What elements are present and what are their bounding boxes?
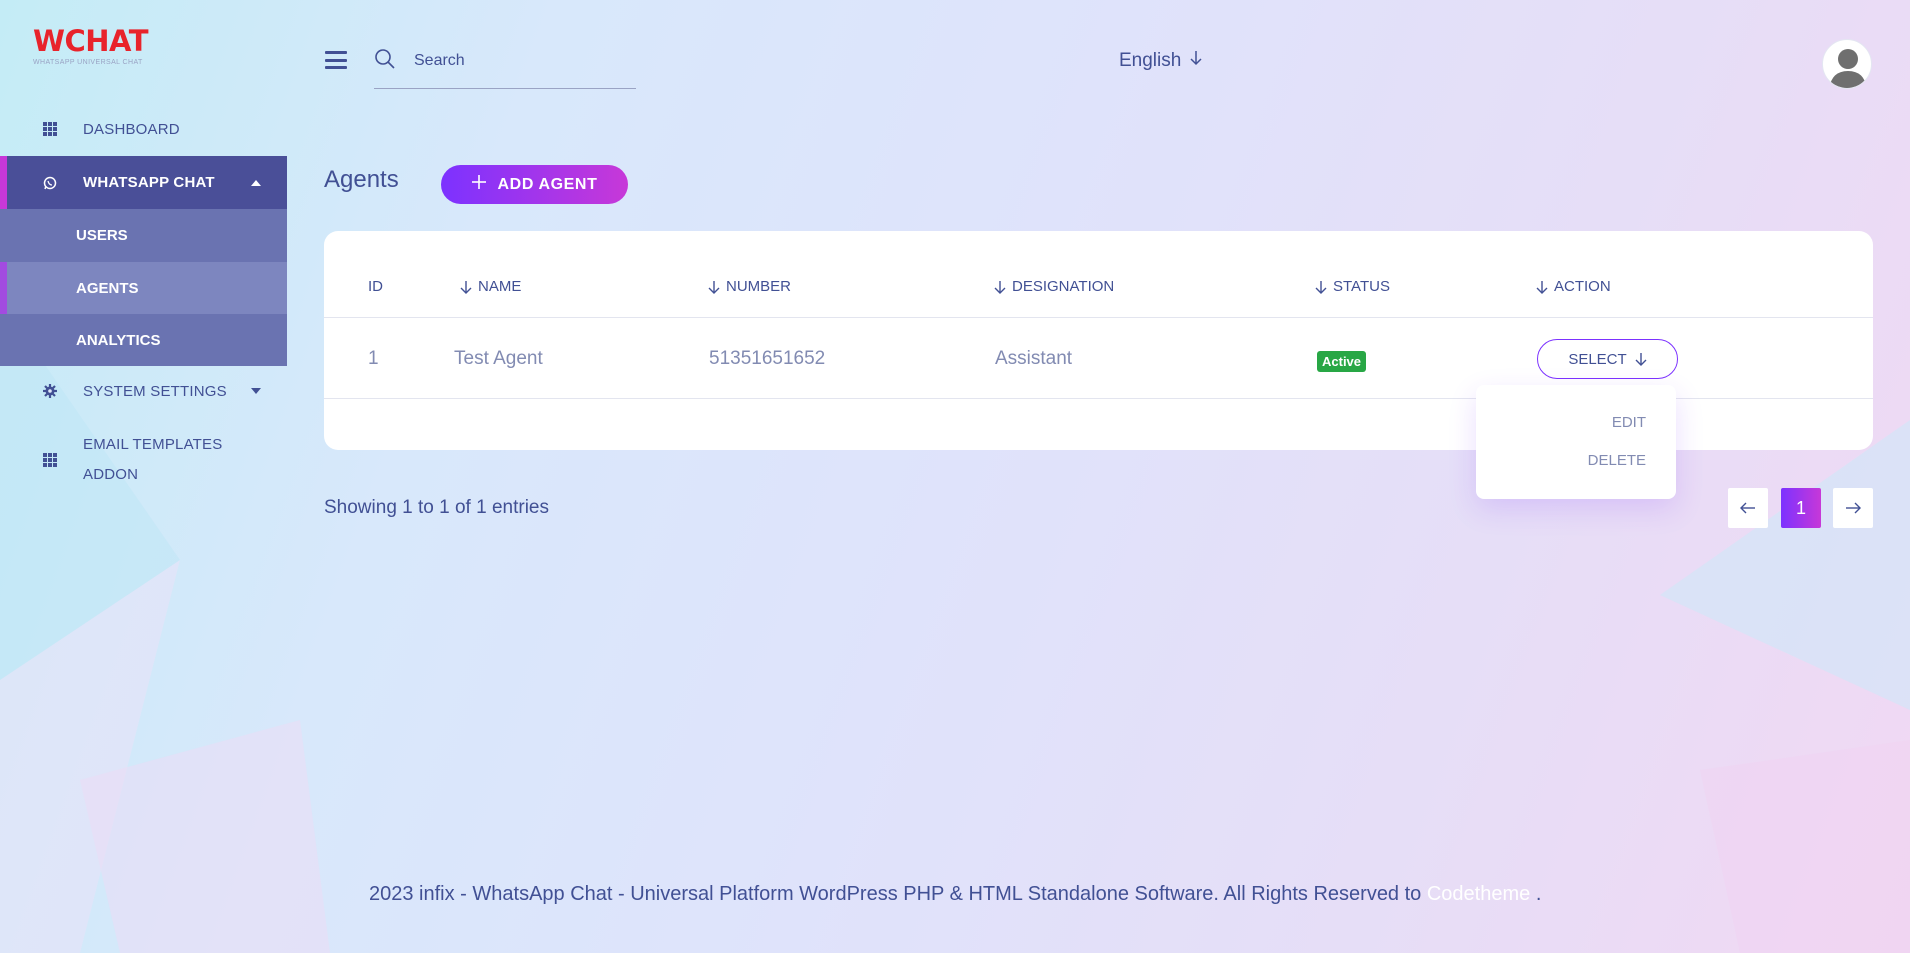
- sort-arrow-icon: [1536, 280, 1548, 294]
- column-header-number[interactable]: NUMBER: [708, 278, 791, 295]
- language-selector[interactable]: English: [1119, 50, 1203, 72]
- column-header-action[interactable]: ACTION: [1536, 278, 1611, 295]
- sidebar-item-label: EMAIL TEMPLATES ADDON: [83, 430, 222, 490]
- language-label: English: [1119, 50, 1182, 71]
- cell-designation: Assistant: [995, 348, 1073, 369]
- logo-subtitle: WHATSAPP UNIVERSAL CHAT: [33, 59, 143, 66]
- footer-end: .: [1535, 883, 1542, 905]
- sidebar-item-label: SYSTEM SETTINGS: [83, 382, 227, 400]
- column-header-status[interactable]: STATUS: [1315, 278, 1390, 295]
- avatar[interactable]: [1822, 39, 1872, 89]
- app-logo[interactable]: WCHAT WHATSAPP UNIVERSAL CHAT: [33, 24, 149, 67]
- column-label: NUMBER: [726, 278, 792, 295]
- sort-arrow-icon: [708, 280, 720, 294]
- search-icon: [374, 48, 396, 75]
- cell-name: Test Agent: [454, 348, 543, 369]
- sidebar-item-label: USERS: [76, 226, 128, 244]
- sidebar-item-users[interactable]: USERS: [0, 209, 287, 261]
- grid-icon: [43, 453, 57, 467]
- plus-icon: [471, 175, 486, 194]
- sort-arrow-icon: [460, 280, 472, 294]
- footer: 2023 infix - WhatsApp Chat - Universal P…: [369, 883, 1541, 906]
- search-bar: [374, 44, 636, 89]
- column-header-id[interactable]: ID: [368, 278, 383, 295]
- menu-item-delete[interactable]: DELETE: [1588, 452, 1646, 469]
- sidebar-item-email-templates[interactable]: EMAIL TEMPLATES ADDON: [0, 430, 287, 490]
- sidebar-item-label: AGENTS: [76, 279, 139, 297]
- arrow-right-icon: [1846, 502, 1861, 514]
- caret-down-icon: [251, 388, 261, 394]
- column-label: ACTION: [1554, 278, 1611, 295]
- gear-icon: [43, 384, 57, 398]
- status-badge: Active: [1317, 351, 1367, 372]
- sort-arrow-icon: [1315, 280, 1327, 294]
- page-title: Agents: [324, 166, 399, 193]
- arrow-down-icon: [1189, 50, 1203, 72]
- add-agent-button[interactable]: ADD AGENT: [441, 165, 628, 204]
- add-agent-label: ADD AGENT: [497, 175, 598, 193]
- search-input[interactable]: [414, 44, 629, 78]
- arrow-left-icon: [1740, 502, 1755, 514]
- logo-text: WCHAT: [33, 24, 149, 58]
- caret-up-icon: [251, 179, 261, 186]
- action-dropdown-menu: EDIT DELETE: [1476, 385, 1676, 499]
- sidebar-item-label-line2: ADDON: [83, 466, 139, 483]
- table-header: ID NAME NUMBER DESIGNATION STATUS ACTION: [324, 231, 1873, 318]
- column-header-designation[interactable]: DESIGNATION: [994, 278, 1114, 295]
- whatsapp-chat-submenu: USERS AGENTS ANALYTICS: [0, 209, 287, 366]
- sidebar-item-whatsapp-chat[interactable]: WHATSAPP CHAT: [0, 156, 287, 209]
- action-select-button[interactable]: SELECT: [1537, 339, 1678, 379]
- sidebar: WCHAT WHATSAPP UNIVERSAL CHAT DASHBOARD …: [0, 0, 287, 953]
- previous-page-button[interactable]: [1728, 488, 1768, 528]
- column-label: NAME: [478, 278, 522, 295]
- select-label: SELECT: [1568, 350, 1627, 368]
- sidebar-item-system-settings[interactable]: SYSTEM SETTINGS: [0, 374, 287, 408]
- whatsapp-icon: [43, 176, 57, 190]
- next-page-button[interactable]: [1833, 488, 1873, 528]
- column-label: STATUS: [1333, 278, 1390, 295]
- sidebar-item-analytics[interactable]: ANALYTICS: [0, 314, 287, 366]
- sidebar-item-label-line1: EMAIL TEMPLATES: [83, 436, 223, 453]
- sidebar-item-label: WHATSAPP CHAT: [83, 174, 215, 191]
- menu-item-edit[interactable]: EDIT: [1612, 414, 1646, 431]
- sidebar-item-dashboard[interactable]: DASHBOARD: [0, 112, 287, 146]
- page-button-current[interactable]: 1: [1781, 488, 1821, 528]
- user-icon: [1829, 49, 1867, 88]
- column-label: DESIGNATION: [1012, 278, 1115, 295]
- menu-toggle-icon[interactable]: [325, 51, 347, 69]
- sidebar-item-label: DASHBOARD: [83, 120, 180, 138]
- footer-link-codetheme[interactable]: Codetheme: [1427, 883, 1530, 905]
- column-header-name[interactable]: NAME: [460, 278, 521, 295]
- entries-info: Showing 1 to 1 of 1 entries: [324, 497, 549, 518]
- cell-number: 51351651652: [709, 348, 826, 369]
- sidebar-item-label: ANALYTICS: [76, 331, 161, 349]
- footer-text: 2023 infix - WhatsApp Chat - Universal P…: [369, 883, 1422, 905]
- cell-id: 1: [368, 348, 379, 369]
- grid-icon: [43, 122, 57, 136]
- arrow-down-icon: [1635, 353, 1647, 366]
- sidebar-item-agents[interactable]: AGENTS: [0, 262, 287, 314]
- sort-arrow-icon: [994, 280, 1006, 294]
- column-label: ID: [368, 278, 383, 295]
